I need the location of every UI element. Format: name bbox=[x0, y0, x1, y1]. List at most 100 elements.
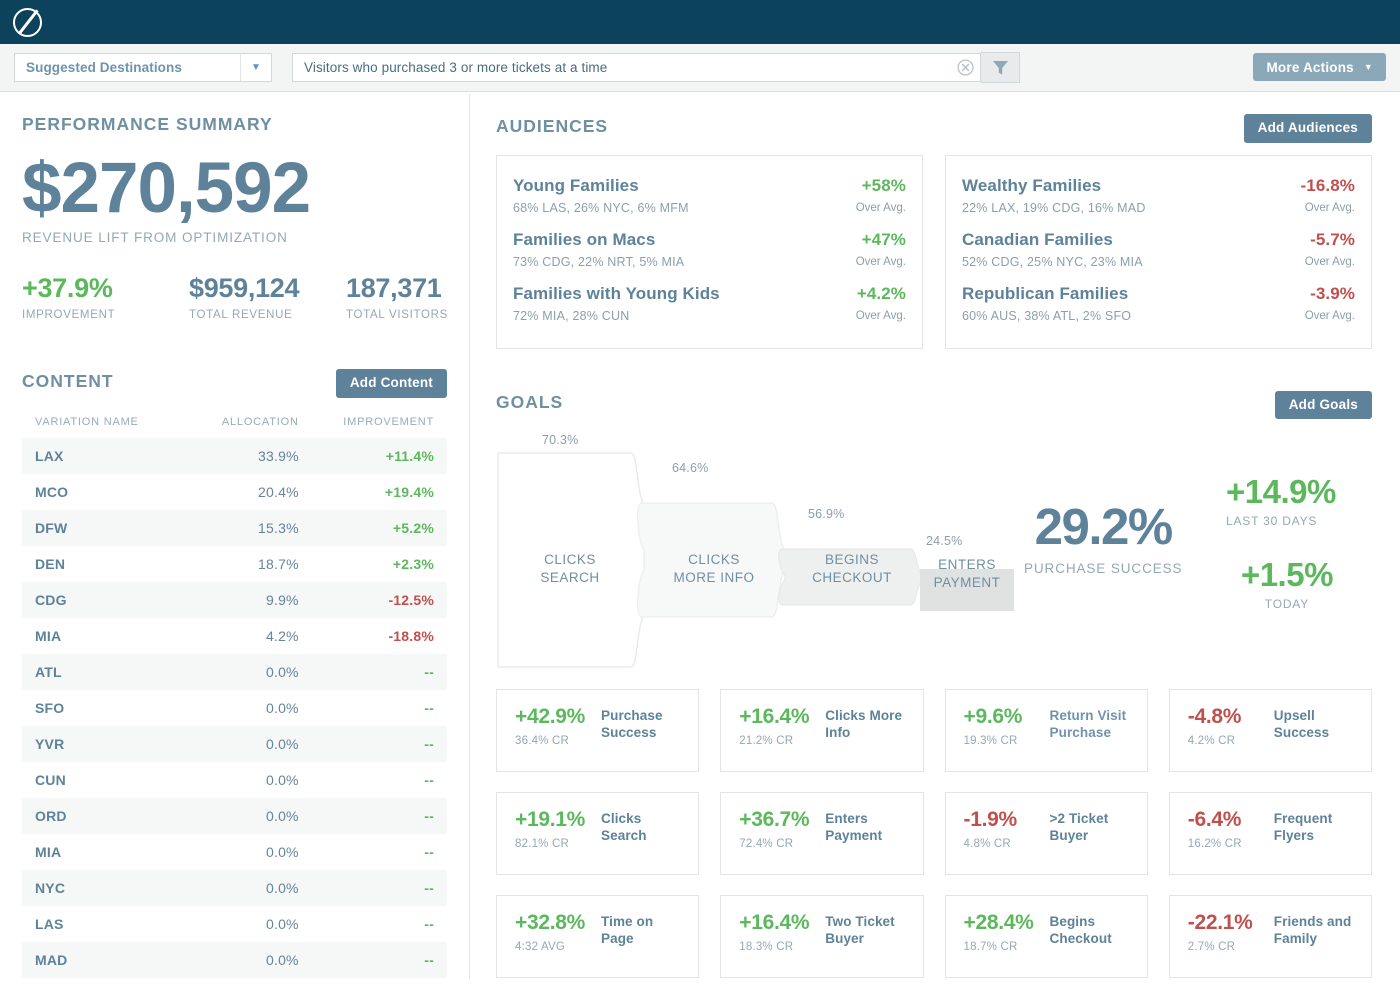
goal-card[interactable]: +16.4% 21.2% CR Clicks More Info bbox=[720, 689, 924, 772]
goal-card-subvalue: 72.4% CR bbox=[739, 838, 794, 850]
table-row[interactable]: NYC 0.0% -- bbox=[22, 869, 447, 906]
cell-variation-name: MCO bbox=[35, 483, 69, 500]
goal-card-value: +36.7% bbox=[739, 808, 810, 831]
goal-card-name: >2 Ticket Buyer bbox=[1049, 811, 1109, 844]
cell-allocation: 4.2% bbox=[266, 627, 299, 644]
goal-card-value: +28.4% bbox=[963, 911, 1034, 934]
cell-variation-name: SFO bbox=[35, 699, 65, 716]
goal-card[interactable]: +32.8% 4:32 AVG Time on Page bbox=[496, 895, 700, 978]
table-row[interactable]: CUN 0.0% -- bbox=[22, 762, 447, 798]
funnel-pct-4: 24.5% bbox=[926, 534, 963, 548]
table-row[interactable]: LAX 33.9% +11.4% bbox=[22, 437, 447, 474]
table-row[interactable]: MAD 0.0% -- bbox=[22, 941, 447, 978]
goal-card[interactable]: +16.4% 18.3% CR Two Ticket Buyer bbox=[720, 895, 924, 978]
audience-breakdown: 52% CDG, 25% NYC, 23% MIA bbox=[962, 254, 1143, 269]
audience-name: Families on Macs bbox=[513, 229, 656, 249]
table-row[interactable]: YVR 0.0% -- bbox=[22, 725, 447, 762]
cell-improvement: +2.3% bbox=[392, 555, 434, 572]
goal-card[interactable]: -4.8% 4.2% CR Upsell Success bbox=[1168, 689, 1372, 772]
cell-variation-name: LAS bbox=[35, 915, 64, 932]
add-goals-button[interactable]: Add Goals bbox=[1274, 390, 1372, 419]
table-row[interactable]: CDG 9.9% -12.5% bbox=[22, 581, 447, 618]
clear-circle-icon[interactable] bbox=[950, 59, 980, 76]
audience-row[interactable]: Families on Macs 73% CDG, 22% NRT, 5% MIA… bbox=[513, 226, 906, 280]
goal-card[interactable]: -1.9% 4.8% CR >2 Ticket Buyer bbox=[944, 792, 1148, 875]
cell-improvement: -- bbox=[424, 735, 434, 752]
funnel-filter-icon[interactable] bbox=[981, 52, 1020, 83]
table-row[interactable]: DEN 18.7% +2.3% bbox=[22, 546, 447, 582]
goal-card[interactable]: +28.4% 18.7% CR Begins Checkout bbox=[944, 895, 1148, 978]
audience-row[interactable]: Families with Young Kids 72% MIA, 28% CUN… bbox=[513, 280, 906, 334]
table-row[interactable]: DFW 15.3% +5.2% bbox=[22, 509, 447, 546]
dashboard-body: PERFORMANCE SUMMARY $270,592 REVENUE LIF… bbox=[0, 92, 1400, 979]
goal-card[interactable]: +42.9% 36.4% CR Purchase Success bbox=[496, 689, 700, 772]
audience-row[interactable]: Canadian Families 52% CDG, 25% NYC, 23% M… bbox=[962, 226, 1355, 280]
cell-improvement: -18.8% bbox=[388, 627, 434, 644]
goal-card[interactable]: +9.6% 19.3% CR Return Visit Purchase bbox=[944, 689, 1148, 772]
cell-variation-name: DFW bbox=[35, 519, 68, 536]
goal-card-name: Upsell Success bbox=[1273, 708, 1330, 741]
audience-value: +47% bbox=[861, 229, 906, 249]
audience-row[interactable]: Wealthy Families 22% LAX, 19% CDG, 16% MA… bbox=[962, 172, 1355, 226]
audience-value: -16.8% bbox=[1300, 175, 1355, 195]
cell-improvement: -- bbox=[424, 951, 434, 968]
add-content-button[interactable]: Add Content bbox=[335, 369, 447, 398]
add-audiences-button[interactable]: Add Audiences bbox=[1243, 114, 1372, 143]
audience-breakdown: 68% LAS, 26% NYC, 6% MFM bbox=[513, 200, 689, 215]
cell-allocation: 9.9% bbox=[266, 591, 299, 608]
audience-value: +58% bbox=[861, 175, 906, 195]
dashboard-root: Suggested Destinations ▼ Visitors who pu… bbox=[0, 0, 1400, 995]
goal-card-value: -22.1% bbox=[1187, 911, 1253, 934]
trend-today: +1.5% TODAY bbox=[1226, 558, 1336, 611]
goal-card-subvalue: 19.3% CR bbox=[963, 735, 1018, 747]
audience-metric: +58% Over Avg. bbox=[856, 176, 906, 214]
audience-info: Republican Families 60% AUS, 38% ATL, 2% … bbox=[962, 284, 1131, 323]
goal-card-subvalue: 4.8% CR bbox=[963, 838, 1011, 850]
audience-metric: -3.9% Over Avg. bbox=[1305, 284, 1355, 322]
audience-card-right: Wealthy Families 22% LAX, 19% CDG, 16% MA… bbox=[945, 154, 1372, 349]
goal-card-value: -6.4% bbox=[1187, 808, 1242, 831]
audience-value: -5.7% bbox=[1310, 229, 1355, 249]
funnel-pct-2: 64.6% bbox=[672, 461, 709, 475]
audience-row[interactable]: Republican Families 60% AUS, 38% ATL, 2% … bbox=[962, 280, 1355, 334]
app-logo-icon[interactable] bbox=[13, 7, 42, 37]
content-table: VARIATION NAME ALLOCATION IMPROVEMENT LA… bbox=[22, 410, 447, 978]
segment-search-field[interactable]: Visitors who purchased 3 or more tickets… bbox=[292, 53, 981, 82]
table-row[interactable]: MIA 4.2% -18.8% bbox=[22, 618, 447, 654]
funnel-label-4: ENTERS PAYMENT bbox=[913, 556, 1021, 592]
table-row[interactable]: ATL 0.0% -- bbox=[22, 653, 447, 690]
left-column: PERFORMANCE SUMMARY $270,592 REVENUE LIF… bbox=[0, 92, 470, 978]
audiences-title: AUDIENCES bbox=[496, 115, 609, 136]
audience-row[interactable]: Young Families 68% LAS, 26% NYC, 6% MFM +5… bbox=[513, 172, 906, 226]
goal-card[interactable]: +36.7% 72.4% CR Enters Payment bbox=[720, 792, 924, 875]
kpi-caption: TOTAL VISITORS bbox=[346, 309, 449, 321]
chevron-down-icon[interactable]: ▼ bbox=[240, 54, 271, 81]
segment-search-value: Visitors who purchased 3 or more tickets… bbox=[304, 60, 608, 75]
cell-variation-name: MIA bbox=[35, 627, 62, 644]
goal-card-value: +32.8% bbox=[515, 911, 586, 934]
table-row[interactable]: LAS 0.0% -- bbox=[22, 906, 447, 942]
purchase-success-block: 29.2% PURCHASE SUCCESS bbox=[1024, 501, 1182, 576]
table-row[interactable]: SFO 0.0% -- bbox=[22, 690, 447, 726]
goal-card[interactable]: -22.1% 2.7% CR Friends and Family bbox=[1168, 895, 1372, 978]
cell-allocation: 0.0% bbox=[266, 663, 299, 680]
audience-over-avg-label: Over Avg. bbox=[855, 309, 906, 322]
audience-over-avg-label: Over Avg. bbox=[855, 255, 906, 268]
goal-card-name: Purchase Success bbox=[601, 708, 663, 741]
audience-breakdown: 60% AUS, 38% ATL, 2% SFO bbox=[962, 308, 1132, 323]
trend-value: +14.9% bbox=[1226, 473, 1336, 510]
kpi-improvement: +37.9% IMPROVEMENT bbox=[22, 273, 189, 322]
more-actions-button[interactable]: More Actions ▼ bbox=[1253, 53, 1386, 81]
table-row[interactable]: MCO 20.4% +19.4% bbox=[22, 474, 447, 510]
table-row[interactable]: MIA 0.0% -- bbox=[22, 834, 447, 870]
kpi-value: +37.9% bbox=[22, 273, 113, 303]
goal-card-value: -4.8% bbox=[1187, 705, 1242, 728]
table-row[interactable]: ORD 0.0% -- bbox=[22, 797, 447, 834]
cell-improvement: -- bbox=[424, 807, 434, 824]
goal-card[interactable]: +19.1% 82.1% CR Clicks Search bbox=[496, 792, 700, 875]
revenue-lift-caption: REVENUE LIFT FROM OPTIMIZATION bbox=[22, 230, 288, 245]
audience-info: Canadian Families 52% CDG, 25% NYC, 23% M… bbox=[962, 230, 1143, 269]
content-title: CONTENT bbox=[22, 370, 114, 391]
campaign-dropdown[interactable]: Suggested Destinations ▼ bbox=[14, 53, 272, 82]
goal-card[interactable]: -6.4% 16.2% CR Frequent Flyers bbox=[1168, 792, 1372, 875]
